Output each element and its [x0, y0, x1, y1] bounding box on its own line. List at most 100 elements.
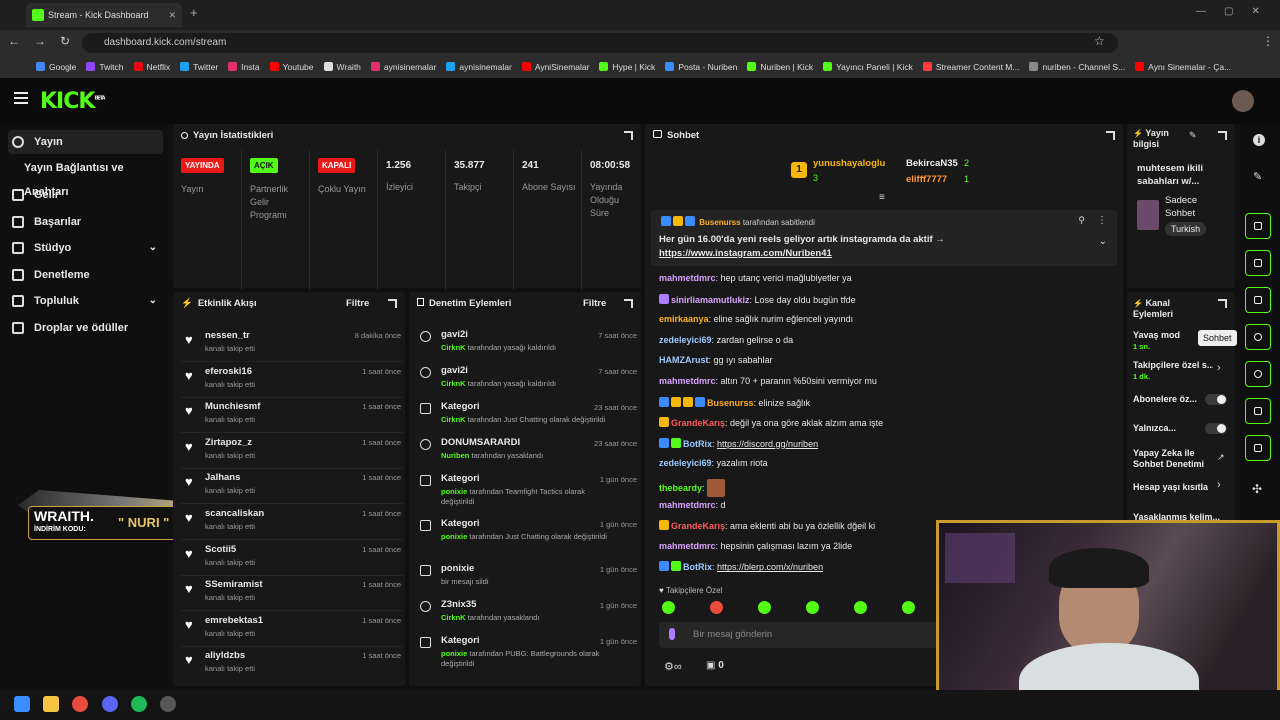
moderation-actor[interactable]: CirknK [441, 379, 466, 388]
edit-icon[interactable]: ✎ [1189, 130, 1197, 141]
bookmark-item[interactable]: Insta [228, 56, 260, 78]
bookmark-item[interactable]: Nuriben | Kick [747, 56, 813, 78]
chevron-right-icon[interactable]: › [1217, 362, 1221, 374]
sidebar-item-basarilar[interactable]: Başarılar [8, 210, 163, 234]
chat-text[interactable]: https://discord.gg/nuriben [717, 439, 818, 449]
followers-only-setting[interactable]: Takipçilere özel s... [1133, 360, 1213, 370]
url-input[interactable]: dashboard.kick.com/stream [82, 33, 1118, 53]
emote-icon[interactable] [710, 601, 723, 614]
rail-activity-button[interactable] [1245, 250, 1271, 276]
chat-username[interactable]: emirkaanya [659, 314, 709, 324]
moderation-item[interactable]: Kategori ponixie tarafından PUBG: Battleg… [417, 632, 639, 668]
only-setting-toggle[interactable] [1205, 423, 1227, 434]
moderation-actor[interactable]: ponixie [441, 649, 467, 658]
spotify-icon[interactable] [131, 696, 147, 712]
filter-lines-icon[interactable]: ≡ [879, 192, 885, 203]
expand-icon[interactable] [1218, 131, 1227, 140]
gifter-name[interactable]: elifff7777 [906, 174, 947, 185]
points-display[interactable]: ▣ 0 [706, 660, 724, 671]
moderation-item[interactable]: gavi2i CirknK tarafından yasağı kaldırıld… [417, 326, 639, 362]
bookmark-item[interactable]: Streamer Content M... [922, 56, 1019, 78]
chat-message[interactable]: mahmetdmrc: hep utanç verici mağlubiyetl… [659, 273, 852, 283]
avatar[interactable] [1232, 90, 1254, 112]
chevron-right-icon[interactable]: › [1217, 479, 1221, 491]
activity-item[interactable]: ♥ nessen_tr kanalı takip etti 8 dakika önce [181, 326, 403, 362]
subscribers-only-toggle[interactable] [1205, 394, 1227, 405]
moderation-actor[interactable]: ponixie [441, 487, 467, 496]
rail-stream-button[interactable] [1245, 213, 1271, 239]
browser-tab[interactable]: Stream - Kick Dashboard ✕ [26, 3, 182, 27]
chat-username[interactable]: zedeleyici69 [659, 335, 712, 345]
external-link-icon[interactable]: ↗ [1217, 452, 1225, 463]
chat-input[interactable]: Bir mesaj gönderin [659, 622, 949, 648]
pinned-link[interactable]: https://www.instagram.com/Nuriben41 [659, 248, 832, 259]
bookmark-item[interactable]: Posta - Nuriben [665, 56, 737, 78]
expand-icon[interactable] [388, 299, 397, 308]
chat-text[interactable]: https://blerp.com/x/nuriben [717, 562, 823, 572]
chat-message[interactable]: HAMZArust: gg ıyı sabahlar [659, 355, 773, 365]
chat-username[interactable]: GrandeKarış [671, 521, 725, 531]
activity-item[interactable]: ♥ Munchiesmf kanalı takip etti 1 saat önce [181, 397, 403, 434]
rail-moderation-button[interactable] [1245, 287, 1271, 313]
activity-item[interactable]: ♥ Zirtapoz_z kanalı takip etti 1 saat önce [181, 433, 403, 469]
expand-icon[interactable] [624, 299, 633, 308]
chat-message[interactable]: zedeleyici69: yazalım riota [659, 458, 768, 468]
bookmark-item[interactable]: Hype | Kick [599, 56, 655, 78]
chevron-down-icon[interactable]: ⌄ [1099, 236, 1107, 247]
gifter-name[interactable]: BekircaN35 [906, 158, 958, 169]
sidebar-item-droplar[interactable]: Droplar ve ödüller [8, 316, 163, 340]
expand-icon[interactable] [624, 131, 633, 140]
chat-username[interactable]: mahmetdmrc [659, 541, 716, 551]
activity-item[interactable]: ♥ SSemiramist kanalı takip etti 1 saat önce [181, 575, 403, 612]
emote-icon[interactable] [662, 601, 675, 614]
emote-icon[interactable] [854, 601, 867, 614]
chat-message[interactable]: sinirliamamutlukiz: Lose day oldu bugün … [659, 293, 856, 305]
moderation-actor[interactable]: CirknK [441, 613, 466, 622]
bookmark-item[interactable]: Google [36, 56, 76, 78]
bookmark-item[interactable]: AyniSinemalar [521, 56, 589, 78]
chat-message[interactable]: mahmetdmrc: d [659, 500, 726, 510]
bookmark-item[interactable]: Twitter [180, 56, 218, 78]
sidebar-item-gelir[interactable]: Gelir [8, 183, 163, 207]
sidebar-item-denetleme[interactable]: Denetleme [8, 263, 163, 287]
info-icon[interactable]: i [1253, 134, 1265, 146]
chat-message[interactable]: BotRix: https://blerp.com/x/nuriben [659, 561, 823, 572]
chat-username[interactable]: zedeleyici69 [659, 458, 712, 468]
bookmark-star-icon[interactable]: ☆ [1094, 34, 1105, 48]
windows-start-icon[interactable] [14, 696, 30, 712]
bookmark-item[interactable]: Twitch [86, 56, 124, 78]
activity-item[interactable]: ♥ Jalhans kanalı takip etti 1 saat önce [181, 468, 403, 505]
activity-item[interactable]: ♥ scancaliskan kanalı takip etti 1 saat önc… [181, 504, 403, 540]
moderation-item[interactable]: DONUMSARARDI Nuriben tarafından yasakland… [417, 434, 639, 470]
more-options-icon[interactable]: ⋮ [1097, 215, 1107, 226]
chat-username[interactable]: GrandeKarış [671, 418, 725, 428]
moderation-item[interactable]: Kategori CirknK tarafından Just Chatting … [417, 398, 639, 434]
chat-message[interactable]: Busenurss: elinize sağlık [659, 396, 810, 408]
chat-username[interactable]: mahmetdmrc [659, 273, 716, 283]
bookmark-item[interactable]: Wraith [323, 56, 361, 78]
expand-icon[interactable] [1218, 299, 1227, 308]
chat-username[interactable]: BotRix [683, 439, 712, 449]
activity-filter-button[interactable]: Filtre [346, 298, 369, 309]
activity-item[interactable]: ♥ emrebektas1 kanalı takip etti 1 saat önce [181, 611, 403, 647]
chat-message[interactable]: mahmetdmrc: hepsinin çalışması lazım ya … [659, 541, 852, 551]
chat-message[interactable]: BotRix: https://discord.gg/nuriben [659, 437, 818, 449]
rail-broadcast-button[interactable] [1245, 361, 1271, 387]
chat-username[interactable]: mahmetdmrc [659, 500, 716, 510]
gifter-name[interactable]: yunushayaloglu [813, 158, 885, 169]
moderation-actor[interactable]: ponixie [441, 532, 467, 541]
activity-item[interactable]: ♥ aliyldzbs kanalı takip etti 1 saat önce [181, 646, 403, 680]
chat-username[interactable]: Busenurss [707, 398, 754, 408]
moderation-item[interactable]: ponixie bir mesajı sildi 1 gün önce [417, 560, 639, 596]
pinned-user[interactable]: Busenurss [699, 218, 740, 227]
chat-message[interactable]: GrandeKarış: ama eklenti abi bu ya özlel… [659, 520, 875, 531]
ai-moderation-label[interactable]: Yapay Zeka ile Sohbet Denetimi [1133, 448, 1213, 470]
expand-icon[interactable] [1106, 131, 1115, 140]
edit-icon[interactable]: ✎ [1253, 170, 1262, 183]
moderation-actor[interactable]: CirknK [441, 343, 466, 352]
chrome-icon[interactable] [72, 696, 88, 712]
chat-message[interactable]: zedeleyici69: zardan gelirse o da [659, 335, 793, 345]
account-age-label[interactable]: Hesap yaşı kısıtla [1133, 482, 1208, 492]
kick-logo[interactable]: KICKBETA [40, 89, 106, 114]
chat-username[interactable]: thebeardy [659, 483, 702, 493]
